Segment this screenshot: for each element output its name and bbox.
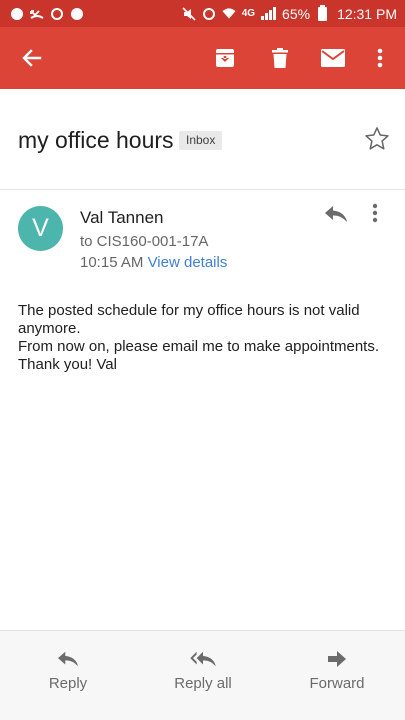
message-more-button[interactable] — [372, 203, 392, 231]
divider — [0, 189, 405, 190]
forward-label: Forward — [309, 675, 365, 692]
app-bar — [0, 27, 405, 89]
clock: 12:31 PM — [337, 5, 397, 22]
reply-icon — [325, 206, 347, 222]
more-options-button[interactable] — [356, 27, 404, 89]
reply-icon — [58, 651, 78, 667]
arrow-back-icon — [22, 49, 42, 67]
signal-icon — [261, 7, 277, 20]
email-subject: my office hours — [18, 127, 174, 153]
subject-row: my office hours Inbox — [0, 89, 405, 189]
mail-icon — [321, 49, 345, 67]
reply-button-header[interactable] — [323, 203, 353, 231]
alarm-icon — [202, 7, 216, 21]
archive-button[interactable] — [201, 27, 249, 89]
status-bar: 4G 65% 12:31 PM — [0, 0, 405, 27]
status-notifications — [10, 7, 84, 21]
bottom-action-bar: Reply Reply all Forward — [0, 630, 405, 720]
time-line: 10:15 AM View details — [80, 254, 227, 271]
star-icon — [365, 127, 389, 150]
body-line: The posted schedule for my office hours … — [18, 302, 360, 337]
forward-icon — [328, 651, 346, 667]
speedometer-icon — [50, 7, 64, 21]
mute-icon — [182, 6, 196, 21]
wifi-icon — [222, 7, 236, 21]
chat-bubble-icon — [70, 7, 84, 21]
sent-time: 10:15 AM — [80, 254, 144, 271]
network-type: 4G — [241, 8, 256, 19]
status-system: 4G 65% 12:31 PM — [182, 4, 397, 22]
battery-icon — [318, 4, 328, 21]
reply-all-label: Reply all — [174, 675, 232, 692]
body-line: Thank you! Val — [18, 356, 117, 373]
recipient-line: to CIS160-001-17A — [80, 233, 209, 250]
reply-label: Reply — [48, 675, 88, 692]
delete-button[interactable] — [256, 27, 304, 89]
trash-icon — [272, 48, 288, 68]
more-vert-icon — [377, 48, 383, 68]
missed-call-icon — [30, 7, 44, 21]
messenger-icon — [10, 7, 24, 21]
forward-button[interactable]: Forward — [297, 631, 377, 720]
email-body: The posted schedule for my office hours … — [18, 302, 390, 374]
reply-button[interactable]: Reply — [28, 631, 108, 720]
sender-name: Val Tannen — [80, 208, 164, 227]
star-button[interactable] — [363, 125, 391, 153]
more-vert-icon — [372, 203, 378, 223]
reply-all-icon — [190, 651, 216, 667]
back-button[interactable] — [8, 27, 56, 89]
mark-unread-button[interactable] — [309, 27, 357, 89]
inbox-label[interactable]: Inbox — [179, 131, 223, 150]
view-details-link[interactable]: View details — [148, 254, 228, 271]
reply-all-button[interactable]: Reply all — [157, 631, 249, 720]
archive-icon — [216, 49, 234, 67]
avatar[interactable]: V — [18, 206, 63, 251]
body-line: From now on, please email me to make app… — [18, 338, 380, 355]
battery-percent: 65% — [282, 5, 311, 22]
